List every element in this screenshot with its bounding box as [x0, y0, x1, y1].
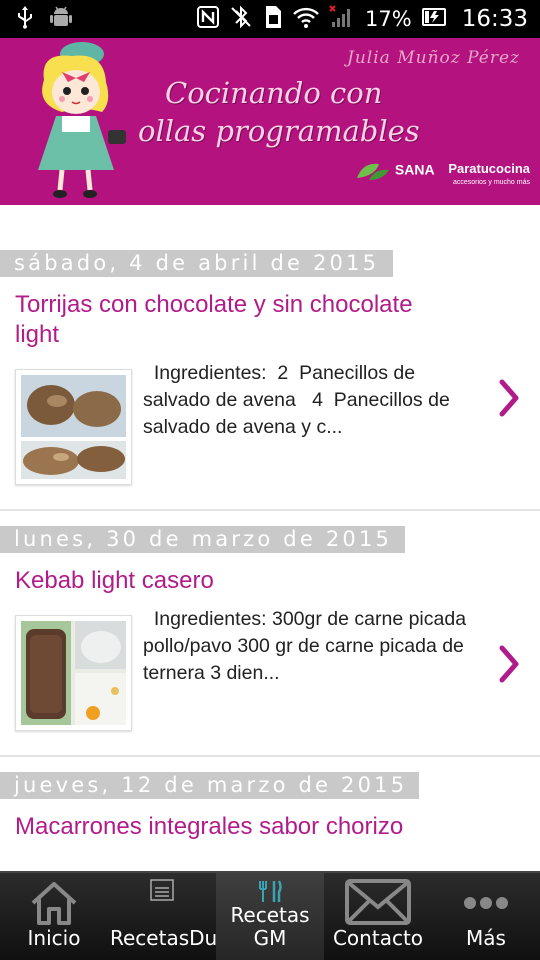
nav-label: Inicio: [27, 926, 81, 950]
chevron-right-icon[interactable]: [498, 378, 520, 418]
nav-mas[interactable]: Más: [432, 873, 540, 960]
banner-title-line2: ollas programables: [138, 114, 420, 148]
post-date: sábado, 4 de abril de 2015: [0, 250, 393, 277]
nav-label: RecetasDukan: [110, 926, 254, 950]
clock: 16:33: [461, 6, 528, 32]
sponsor-logo-sana: SANA: [355, 160, 435, 182]
torrijas-photo: [21, 375, 126, 479]
nfc-icon: [197, 5, 220, 33]
sponsor-paratucocina-sub: accesorios y mucho más: [452, 179, 530, 186]
bluetooth-off-icon: [229, 5, 253, 34]
post-item[interactable]: jueves, 12 de marzo de 2015 Macarrones i…: [0, 757, 540, 871]
battery-percent: 17%: [365, 7, 412, 31]
nav-label: Más: [466, 926, 506, 950]
sim-card-icon: [263, 5, 283, 34]
post-item[interactable]: sábado, 4 de abril de 2015 Torrijas con …: [0, 205, 540, 511]
more-icon: [464, 897, 508, 909]
leaf-icon: [357, 163, 389, 180]
sponsor-logo-paratucocina: Paratucocina accesorios y mucho más: [448, 162, 530, 190]
bottom-navigation: Inicio RecetasDukan Recetas GM Contacto …: [0, 871, 540, 960]
blog-header-banner[interactable]: Julia Muñoz Pérez Cocinando con ollas pr…: [0, 38, 540, 205]
banner-author: Julia Muñoz Pérez: [347, 48, 520, 68]
nav-inicio[interactable]: Inicio: [0, 873, 108, 960]
posts-list[interactable]: sábado, 4 de abril de 2015 Torrijas con …: [0, 205, 540, 871]
post-title[interactable]: Macarrones integrales sabor chorizo: [15, 812, 415, 842]
chevron-right-icon[interactable]: [498, 644, 520, 684]
home-icon: [31, 882, 77, 925]
nav-label: Contacto: [332, 926, 424, 950]
sponsor-sana-text: SANA: [394, 161, 435, 178]
post-thumbnail[interactable]: [15, 369, 132, 485]
cutlery-icon: [259, 880, 282, 902]
sponsor-paratucocina-text: Paratucocina: [448, 161, 530, 176]
post-title[interactable]: Torrijas con chocolate y sin chocolate l…: [15, 290, 415, 350]
post-title[interactable]: Kebab light casero: [15, 566, 415, 596]
nav-recetasdukan[interactable]: RecetasDukan: [108, 873, 254, 960]
banner-title-line1: Cocinando con: [165, 76, 383, 110]
nav-contacto[interactable]: Contacto: [324, 873, 432, 960]
android-debug-icon: [48, 5, 74, 34]
nav-label: Recetas GM: [230, 903, 310, 950]
usb-icon: [16, 5, 34, 34]
post-excerpt: Ingredientes: 2 Panecillos de salvado de…: [143, 362, 450, 438]
status-bar: 17% 16:33: [0, 0, 540, 38]
wifi-icon: [293, 6, 319, 33]
post-date: jueves, 12 de marzo de 2015: [0, 772, 419, 799]
app-screen: 17% 16:33 Julia Muñoz Pérez Cocinando co…: [0, 0, 540, 960]
kebab-photo: [21, 621, 126, 725]
battery-charging-icon: [421, 7, 448, 31]
nav-recetas-gm[interactable]: Recetas GM: [216, 873, 324, 960]
post-excerpt: Ingredientes: 300gr de carne picada poll…: [143, 608, 467, 684]
post-thumbnail[interactable]: [15, 615, 132, 731]
menu-icon: [150, 879, 174, 901]
post-date: lunes, 30 de marzo de 2015: [0, 526, 405, 553]
envelope-icon: [345, 879, 411, 925]
post-item[interactable]: lunes, 30 de marzo de 2015 Kebab light c…: [0, 511, 540, 757]
signal-no-service-icon: [329, 4, 355, 34]
chef-girl-illustration: [38, 42, 126, 198]
